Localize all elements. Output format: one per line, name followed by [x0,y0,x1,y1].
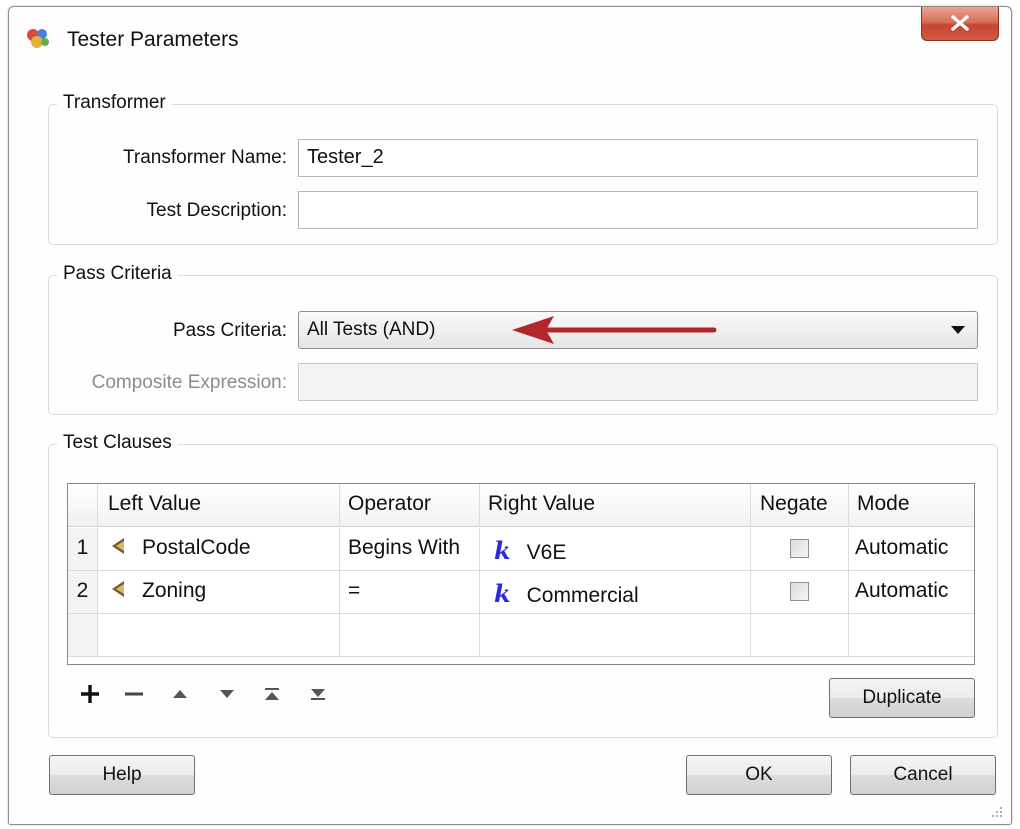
add-icon[interactable] [79,683,101,705]
negate-cell[interactable] [751,614,849,656]
mode-cell[interactable]: Automatic [849,571,974,613]
move-down-icon[interactable] [218,683,236,705]
constant-value-icon: k [494,536,511,565]
column-header-negate[interactable]: Negate [751,484,849,527]
negate-cell [751,528,849,570]
test-description-field[interactable] [298,191,978,229]
row-number [68,614,98,656]
right-value-cell[interactable]: k Commercial [480,571,751,613]
close-button[interactable] [921,7,999,41]
left-value-cell[interactable] [98,614,340,656]
close-icon [951,15,969,31]
column-header-right-value[interactable]: Right Value [480,484,751,527]
pass-criteria-value: All Tests (AND) [307,319,436,340]
table-header: Left Value Operator Right Value Negate M… [68,484,974,527]
move-top-icon[interactable] [263,683,281,705]
operator-cell[interactable]: Begins With [340,528,480,570]
mode-cell[interactable]: Automatic [849,528,974,570]
right-value-text: Commercial [526,584,639,607]
left-value-text: Zoning [142,579,207,602]
remove-icon[interactable] [123,683,145,705]
window-title: Tester Parameters [67,28,239,51]
negate-checkbox[interactable] [790,582,809,601]
composite-expression-field [298,363,978,401]
duplicate-button[interactable]: Duplicate [829,678,975,718]
resize-grip-icon[interactable] [989,804,1003,818]
pass-criteria-label: Pass Criteria: [172,320,287,341]
attribute-icon [112,581,124,597]
constant-value-icon: k [494,579,511,608]
mode-cell[interactable] [849,614,974,656]
left-value-text: PostalCode [142,536,251,559]
negate-checkbox[interactable] [790,539,809,558]
transformer-legend: Transformer [57,92,172,114]
ok-button[interactable]: OK [686,755,832,795]
cancel-button[interactable]: Cancel [850,755,996,795]
column-header-left-value[interactable]: Left Value [98,484,340,527]
annotation-arrow [512,316,717,344]
dropdown-arrow-icon[interactable] [951,326,965,334]
transformer-name-field[interactable]: Tester_2 [298,139,978,177]
composite-expression-label: Composite Expression: [91,372,287,393]
table-row[interactable]: 1 PostalCode Begins With k V6E Automatic [68,528,974,571]
move-bottom-icon[interactable] [309,683,327,705]
row-number: 2 [68,571,98,613]
test-clauses-legend: Test Clauses [57,432,178,454]
title-bar: Tester Parameters [9,7,1011,65]
right-value-cell[interactable]: k V6E [480,528,751,570]
negate-cell [751,571,849,613]
test-description-label: Test Description: [146,200,287,221]
operator-cell[interactable]: = [340,571,480,613]
row-number: 1 [68,528,98,570]
transformer-name-label: Transformer Name: [123,147,287,168]
tester-app-icon [27,29,49,48]
left-value-cell[interactable]: PostalCode [98,528,340,570]
attribute-icon [112,538,124,554]
test-clauses-table: Left Value Operator Right Value Negate M… [67,483,975,665]
help-button[interactable]: Help [49,755,195,795]
move-up-icon[interactable] [171,683,189,705]
column-header-operator[interactable]: Operator [340,484,480,527]
table-row[interactable]: 2 Zoning = k Commercial Automatic [68,571,974,614]
left-value-cell[interactable]: Zoning [98,571,340,613]
right-value-text: V6E [526,541,567,564]
tester-parameters-dialog: Tester Parameters Transformer Transforme… [8,6,1012,825]
empty-table-row[interactable] [68,614,974,657]
pass-criteria-legend: Pass Criteria [57,263,178,285]
row-number-header [68,484,98,527]
column-header-mode[interactable]: Mode [849,484,974,527]
right-value-cell[interactable] [480,614,751,656]
operator-cell[interactable] [340,614,480,656]
